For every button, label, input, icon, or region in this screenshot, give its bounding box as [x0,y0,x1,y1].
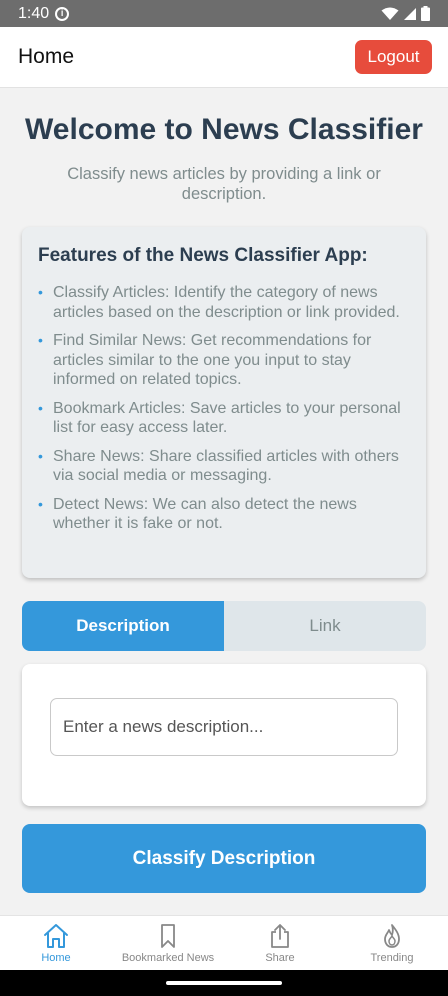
welcome-title: Welcome to News Classifier [25,113,423,146]
feature-text: Share News: Share classified articles wi… [53,447,399,485]
home-gesture-handle[interactable] [166,981,282,985]
features-list: • Classify Articles: Identify the categor… [38,283,410,534]
status-time: 1:40 [18,4,50,22]
nav-item-share[interactable]: Share [224,916,336,970]
feature-text: Bookmark Articles: Save articles to your… [53,399,401,437]
page-title: Home [18,45,75,68]
tab-description[interactable]: Description [22,601,224,651]
feature-text: Detect News: We can also detect the news… [53,495,357,533]
nav-label-share: Share [265,952,295,964]
bullet-icon: • [38,447,43,464]
bullet-icon: • [38,399,43,416]
share-icon [271,924,289,948]
nav-item-trending[interactable]: Trending [336,916,448,970]
input-card [22,664,426,806]
nav-item-home[interactable]: Home [0,916,112,970]
feature-item: • Bookmark Articles: Save articles to you… [38,399,410,438]
flame-icon [384,924,400,948]
feature-item: • Classify Articles: Identify the categor… [38,283,410,322]
signal-icon [404,7,416,20]
status-right [381,6,430,21]
nav-label-bookmarked: Bookmarked News [121,952,215,964]
features-heading: Features of the News Classifier App: [38,245,368,266]
bullet-icon: • [38,332,43,348]
news-description-input[interactable] [50,698,398,756]
nav-label-trending: Trending [370,952,414,964]
bookmark-icon [161,924,175,948]
status-left: 1:40 i [18,4,70,23]
welcome-subtitle: Classify news articles by providing a li… [67,165,381,203]
nav-label-home: Home [41,952,71,964]
info-icon: i [55,6,70,21]
feature-item: • Detect News: We can also detect the new… [38,495,410,534]
home-icon [44,924,68,948]
nav-item-bookmarked[interactable]: Bookmarked News [112,916,224,970]
feature-text: Classify Articles: Identify the category… [53,284,400,321]
bullet-icon: • [38,495,43,512]
battery-icon [421,6,430,21]
features-card: Features of the News Classifier App: • Cl… [22,227,426,578]
status-bar: 1:40 i [0,0,448,27]
classify-button[interactable]: Classify Description [22,824,426,893]
feature-item: • Find Similar News: Get recommendations … [38,331,410,390]
bottom-nav: Home Bookmarked News Share Trending [0,915,448,970]
logout-button[interactable]: Logout [355,40,432,74]
tab-link[interactable]: Link [224,601,426,651]
input-mode-tabs: Description Link [22,601,426,651]
feature-text: Find Similar News: Get recommendations f… [53,332,372,388]
system-gesture-bar [0,970,448,996]
bullet-icon: • [38,284,43,300]
app-header: Home Logout [0,27,448,88]
wifi-icon [381,7,399,20]
feature-item: • Share News: Share classified articles w… [38,447,410,486]
